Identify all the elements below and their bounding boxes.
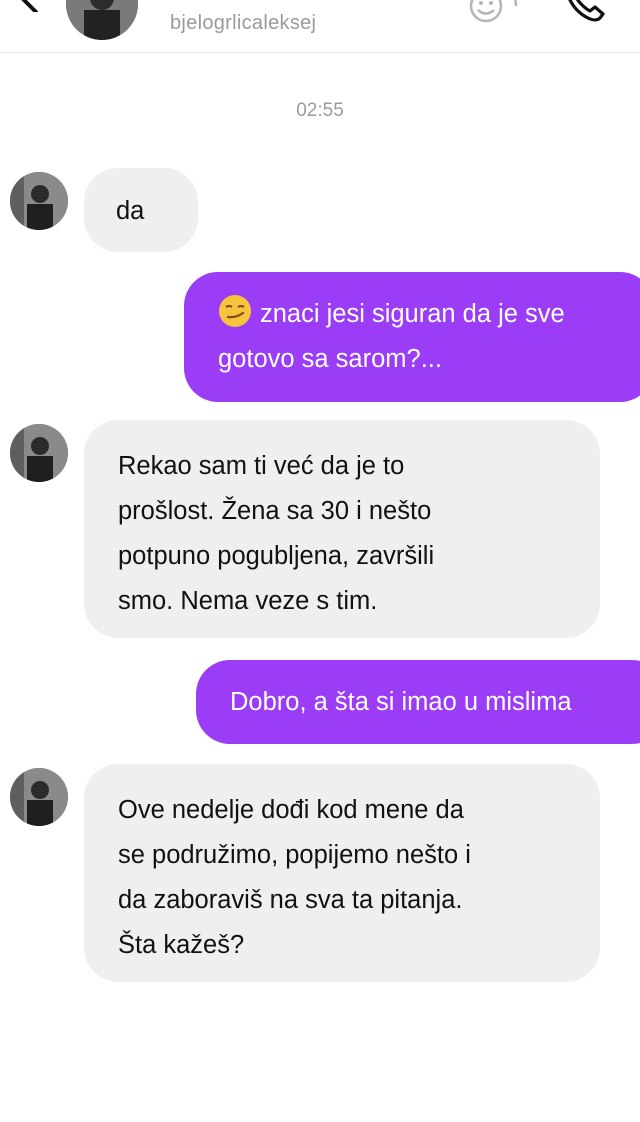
- chat-timestamp: 02:55: [296, 100, 344, 121]
- message-line: Dobro, a šta si imao u mislima: [230, 688, 572, 716]
- message-line: da: [116, 197, 145, 225]
- chat-header: bjelogrlicaleksej: [0, 0, 640, 53]
- message-outgoing: znaci jesi siguran da je sve gotovo sa s…: [184, 272, 640, 402]
- contact-avatar[interactable]: [10, 768, 68, 826]
- message-line: da zaboraviš na sva ta pitanja.: [118, 886, 463, 914]
- phone-call-icon[interactable]: [560, 0, 608, 26]
- message-line: se podružimo, popijemo nešto i: [118, 841, 471, 869]
- message-text: znaci jesi siguran da je sve: [260, 300, 565, 328]
- contact-avatar[interactable]: [10, 424, 68, 482]
- message-line: znaci jesi siguran da je sve: [218, 292, 640, 337]
- message-line: Šta kažeš?: [118, 931, 245, 959]
- message-line: potpuno pogubljena, završili: [118, 542, 435, 570]
- message-incoming: Rekao sam ti već da je to prošlost. Žena…: [84, 420, 600, 638]
- smirking-face-icon: [219, 295, 251, 327]
- message-line: smo. Nema veze s tim.: [118, 587, 378, 615]
- back-arrow-icon[interactable]: [8, 0, 44, 12]
- sticker-icon[interactable]: [464, 0, 524, 28]
- message-incoming: Ove nedelje dođi kod mene da se podružim…: [84, 764, 600, 982]
- header-avatar[interactable]: [66, 0, 138, 40]
- header-username[interactable]: bjelogrlicaleksej: [170, 12, 316, 35]
- message-line: Rekao sam ti već da je to: [118, 452, 405, 480]
- message-line: Ove nedelje dođi kod mene da: [118, 796, 464, 824]
- message-outgoing: Dobro, a šta si imao u mislima: [196, 660, 640, 744]
- message-line: prošlost. Žena sa 30 i nešto: [118, 497, 432, 525]
- contact-avatar[interactable]: [10, 172, 68, 230]
- message-incoming: da: [84, 168, 198, 252]
- message-line: gotovo sa sarom?...: [218, 345, 442, 373]
